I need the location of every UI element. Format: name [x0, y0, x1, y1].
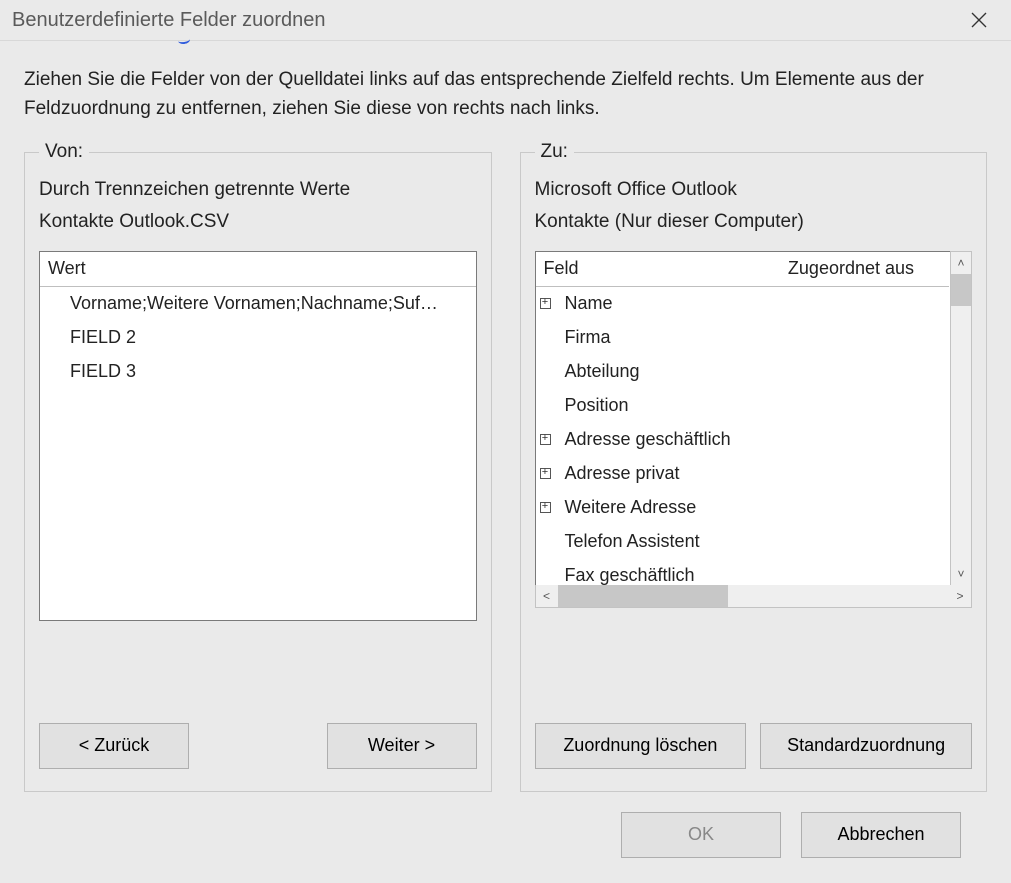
vertical-scrollbar[interactable]: ˄ ˅ [950, 251, 972, 586]
list-item[interactable]: Firma [536, 321, 950, 355]
close-icon [971, 12, 987, 28]
default-mapping-button[interactable]: Standardzuordnung [760, 723, 972, 769]
target-listbox[interactable]: Feld Zugeordnet aus Name Firma Abteilung… [535, 251, 973, 586]
ok-button[interactable]: OK [621, 812, 781, 858]
horizontal-scrollbar[interactable]: ˂ ˃ [535, 585, 973, 608]
expand-icon[interactable] [540, 434, 551, 445]
scroll-up-icon[interactable]: ˄ [951, 252, 971, 274]
target-panel: Zu: Microsoft Office Outlook Kontakte (N… [520, 152, 988, 792]
source-col-header: Wert [40, 254, 476, 283]
scroll-thumb[interactable] [951, 274, 971, 306]
target-folder: Kontakte (Nur dieser Computer) [535, 211, 973, 233]
prev-button[interactable]: < Zurück [39, 723, 189, 769]
list-item[interactable]: FIELD 2 [40, 321, 476, 355]
list-item[interactable]: Adresse geschäftlich [536, 423, 950, 457]
scroll-left-icon[interactable]: ˂ [536, 585, 558, 607]
instructions-text: Ziehen Sie die Felder von der Quelldatei… [24, 65, 987, 124]
list-item[interactable]: Abteilung [536, 355, 950, 389]
clear-mapping-button[interactable]: Zuordnung löschen [535, 723, 747, 769]
expand-icon[interactable] [540, 468, 551, 479]
scroll-thumb[interactable] [558, 585, 728, 607]
target-list-header: Feld Zugeordnet aus [536, 252, 950, 287]
scroll-down-icon[interactable]: ˅ [951, 563, 971, 585]
close-button[interactable] [959, 0, 999, 40]
source-format: Durch Trennzeichen getrennte Werte [39, 179, 477, 201]
next-button[interactable]: Weiter > [327, 723, 477, 769]
target-app: Microsoft Office Outlook [535, 179, 973, 201]
list-item[interactable]: FIELD 3 [40, 355, 476, 389]
list-item[interactable]: Telefon Assistent [536, 525, 950, 559]
list-item[interactable]: Vorname;Weitere Vornamen;Nachname;Suf… [40, 287, 476, 321]
target-col-field: Feld [536, 254, 780, 283]
source-panel: Von: Durch Trennzeichen getrennte Werte … [24, 152, 492, 792]
source-legend: Von: [39, 141, 89, 163]
source-listbox[interactable]: Wert Vorname;Weitere Vornamen;Nachname;S… [39, 251, 477, 621]
expand-icon[interactable] [540, 298, 551, 309]
expand-icon[interactable] [540, 502, 551, 513]
list-item[interactable]: Name [536, 287, 950, 321]
list-item[interactable]: Weitere Adresse [536, 491, 950, 525]
list-item[interactable]: Position [536, 389, 950, 423]
list-item[interactable]: Fax geschäftlich [536, 559, 950, 586]
dialog-title: Benutzerdefinierte Felder zuordnen [12, 9, 959, 32]
list-item[interactable]: Adresse privat [536, 457, 950, 491]
titlebar: Benutzerdefinierte Felder zuordnen [0, 0, 1011, 41]
cancel-button[interactable]: Abbrechen [801, 812, 961, 858]
target-col-mapped: Zugeordnet aus [780, 254, 949, 283]
source-file: Kontakte Outlook.CSV [39, 211, 477, 233]
scroll-right-icon[interactable]: ˃ [949, 585, 971, 607]
source-list-header: Wert [40, 252, 476, 287]
target-legend: Zu: [535, 141, 574, 163]
